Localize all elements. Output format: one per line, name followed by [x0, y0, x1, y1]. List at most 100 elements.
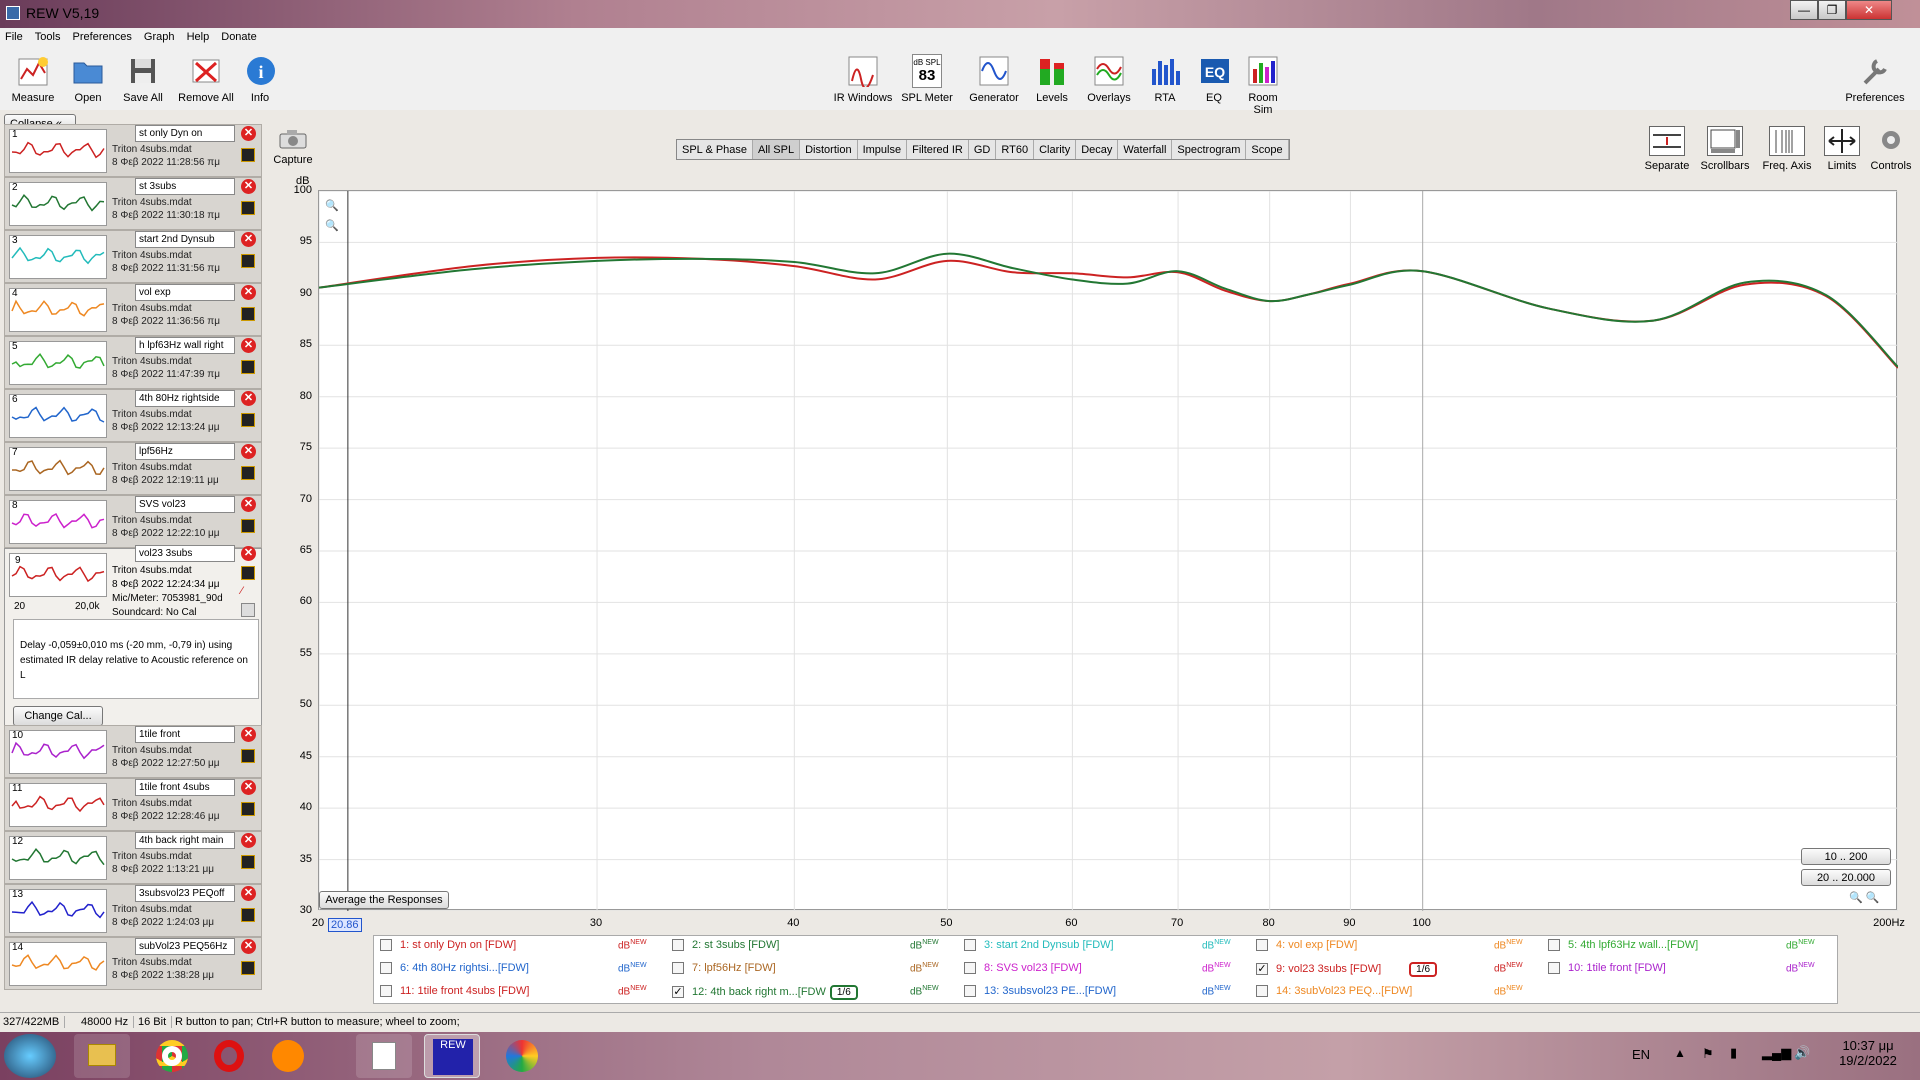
- delete-measurement-icon[interactable]: ✕: [241, 179, 256, 194]
- measurement-item-8[interactable]: 8 SVS vol23 Triton 4subs.mdat 8 Φεβ 2022 12…: [4, 495, 262, 548]
- average-responses-button[interactable]: Average the Responses: [319, 891, 449, 909]
- scrollbars-button[interactable]: Scrollbars: [1698, 126, 1752, 172]
- tab-rt60[interactable]: RT60: [996, 140, 1035, 159]
- edit-measurement-icon[interactable]: [241, 749, 255, 763]
- delete-measurement-icon[interactable]: ✕: [241, 497, 256, 512]
- legend-checkbox[interactable]: [380, 939, 392, 952]
- minimize-button[interactable]: —: [1790, 0, 1818, 20]
- zoom-icons[interactable]: 🔍 🔍: [1849, 891, 1879, 904]
- smoothing-badge[interactable]: 1/6: [1409, 962, 1438, 977]
- measurement-thumbnail[interactable]: [9, 500, 107, 544]
- legend-item-4[interactable]: 4: vol exp [FDW] dBNEW: [1256, 939, 1523, 951]
- measurement-item-1[interactable]: 1 st only Dyn on Triton 4subs.mdat 8 Φεβ 20…: [4, 124, 262, 177]
- measurement-name-field[interactable]: start 2nd Dynsub: [135, 231, 235, 248]
- measurement-item-13[interactable]: 13 3subsvol23 PEQoff Triton 4subs.mdat 8 Φε…: [4, 884, 262, 937]
- change-cal-button[interactable]: Change Cal...: [13, 706, 103, 726]
- measurement-thumbnail[interactable]: [9, 394, 107, 438]
- room-sim-button[interactable]: Room Sim: [1238, 54, 1288, 116]
- legend-db[interactable]: dBNEW: [1786, 939, 1815, 951]
- edit-measurement-icon[interactable]: [241, 802, 255, 816]
- remove-all-button[interactable]: Remove All: [176, 54, 236, 104]
- measurement-name-field[interactable]: 3subsvol23 PEQoff: [135, 885, 235, 902]
- tab-clarity[interactable]: Clarity: [1034, 140, 1077, 159]
- menu-help[interactable]: Help: [182, 28, 214, 43]
- edit-measurement-icon[interactable]: [241, 148, 255, 162]
- range-20-20000-button[interactable]: 20 .. 20.000: [1801, 869, 1891, 886]
- menu-graph[interactable]: Graph: [139, 28, 179, 43]
- explorer-icon[interactable]: [74, 1034, 130, 1078]
- measurement-thumbnail[interactable]: [9, 235, 107, 279]
- legend-item-9[interactable]: ✓ 9: vol23 3subs [FDW] 1/6 dBNEW: [1256, 962, 1523, 977]
- edit-measurement-icon[interactable]: [241, 855, 255, 869]
- edit-measurement-icon[interactable]: [241, 201, 255, 215]
- separate-button[interactable]: Separate: [1642, 126, 1692, 172]
- browser-icon[interactable]: [260, 1034, 316, 1078]
- legend-db[interactable]: dBNEW: [1202, 985, 1231, 997]
- legend-checkbox[interactable]: [964, 962, 976, 975]
- menu-preferences[interactable]: Preferences: [68, 28, 136, 43]
- legend-item-14[interactable]: 14: 3subVol23 PEQ...[FDW] dBNEW: [1256, 985, 1523, 997]
- legend-item-10[interactable]: 10: 1tile front [FDW] dBNEW: [1548, 962, 1815, 974]
- legend-checkbox[interactable]: [672, 962, 684, 975]
- delete-measurement-icon[interactable]: ✕: [241, 232, 256, 247]
- measurement-thumbnail[interactable]: [9, 889, 107, 933]
- measurement-thumbnail[interactable]: [9, 341, 107, 385]
- legend-checkbox[interactable]: [964, 939, 976, 952]
- delete-measurement-icon[interactable]: ✕: [241, 833, 256, 848]
- overlays-button[interactable]: Overlays: [1084, 54, 1134, 104]
- tab-distortion[interactable]: Distortion: [800, 140, 858, 159]
- tab-waterfall[interactable]: Waterfall: [1118, 140, 1173, 159]
- legend-item-1[interactable]: 1: st only Dyn on [FDW] dBNEW: [380, 939, 647, 952]
- notepad-icon[interactable]: [356, 1034, 412, 1078]
- measurement-item-14[interactable]: 14 subVol23 PEQ56Hz Triton 4subs.mdat 8 Φεβ…: [4, 937, 262, 990]
- edit-measurement-icon[interactable]: [241, 908, 255, 922]
- menu-donate[interactable]: Donate: [216, 28, 260, 43]
- delete-measurement-icon[interactable]: ✕: [241, 338, 256, 353]
- measurement-name-field[interactable]: h lpf63Hz wall right: [135, 337, 235, 354]
- volume-icon[interactable]: 🔊: [1794, 1045, 1810, 1061]
- edit-measurement-icon[interactable]: [241, 566, 255, 580]
- measurement-thumbnail[interactable]: [9, 783, 107, 827]
- tab-scope[interactable]: Scope: [1246, 140, 1289, 159]
- legend-db[interactable]: dBNEW: [618, 939, 647, 951]
- clock[interactable]: 10:37 μμ 19/2/2022: [1828, 1038, 1908, 1068]
- tab-spectrogram[interactable]: Spectrogram: [1172, 140, 1247, 159]
- legend-checkbox[interactable]: [1548, 939, 1560, 952]
- measurement-name-field[interactable]: 1tile front: [135, 726, 235, 743]
- measurement-item-7[interactable]: 7 lpf56Hz Triton 4subs.mdat 8 Φεβ 2022 12:1…: [4, 442, 262, 495]
- edit-measurement-icon[interactable]: [241, 961, 255, 975]
- legend-checkbox[interactable]: [964, 985, 976, 998]
- opera-icon[interactable]: [202, 1034, 258, 1078]
- close-button[interactable]: ✕: [1846, 0, 1892, 20]
- legend-item-8[interactable]: 8: SVS vol23 [FDW] dBNEW: [964, 962, 1231, 975]
- freq-axis-button[interactable]: Freq. Axis: [1760, 126, 1814, 172]
- maximize-button[interactable]: ❐: [1818, 0, 1846, 20]
- tab-gd[interactable]: GD: [969, 140, 997, 159]
- delete-measurement-icon[interactable]: ✕: [241, 444, 256, 459]
- legend-db[interactable]: dBNEW: [1494, 962, 1523, 974]
- measurement-thumbnail[interactable]: [9, 553, 107, 597]
- delete-measurement-icon[interactable]: ✕: [241, 391, 256, 406]
- save-all-button[interactable]: Save All: [118, 54, 168, 104]
- start-button[interactable]: [4, 1034, 56, 1078]
- legend-checkbox[interactable]: [672, 939, 684, 952]
- delete-measurement-icon[interactable]: ✕: [241, 939, 256, 954]
- legend-checkbox[interactable]: ✓: [672, 986, 684, 999]
- range-10-200-button[interactable]: 10 .. 200: [1801, 848, 1891, 865]
- measurement-name-field[interactable]: lpf56Hz: [135, 443, 235, 460]
- measurement-thumbnail[interactable]: [9, 182, 107, 226]
- tab-filtered-ir[interactable]: Filtered IR: [907, 140, 969, 159]
- measurement-item-10[interactable]: 10 1tile front Triton 4subs.mdat 8 Φεβ 2022…: [4, 725, 262, 778]
- edit-measurement-icon[interactable]: [241, 307, 255, 321]
- legend-db[interactable]: dBNEW: [1202, 962, 1231, 974]
- legend-db[interactable]: dBNEW: [1494, 939, 1523, 951]
- soundcard-icon[interactable]: [241, 603, 255, 617]
- legend-db[interactable]: dBNEW: [910, 962, 939, 974]
- measurement-name-field[interactable]: vol23 3subs: [135, 545, 235, 562]
- legend-item-12[interactable]: ✓ 12: 4th back right m...[FDW 1/6 dBNEW: [672, 985, 939, 1000]
- measurement-item-12[interactable]: 12 4th back right main Triton 4subs.mdat 8 …: [4, 831, 262, 884]
- spl-meter-button[interactable]: dB SPL 83 SPL Meter: [900, 54, 954, 104]
- legend-db[interactable]: dBNEW: [618, 962, 647, 974]
- legend-item-6[interactable]: 6: 4th 80Hz rightsi...[FDW] dBNEW: [380, 962, 647, 974]
- tab-spl-phase[interactable]: SPL & Phase: [677, 140, 754, 159]
